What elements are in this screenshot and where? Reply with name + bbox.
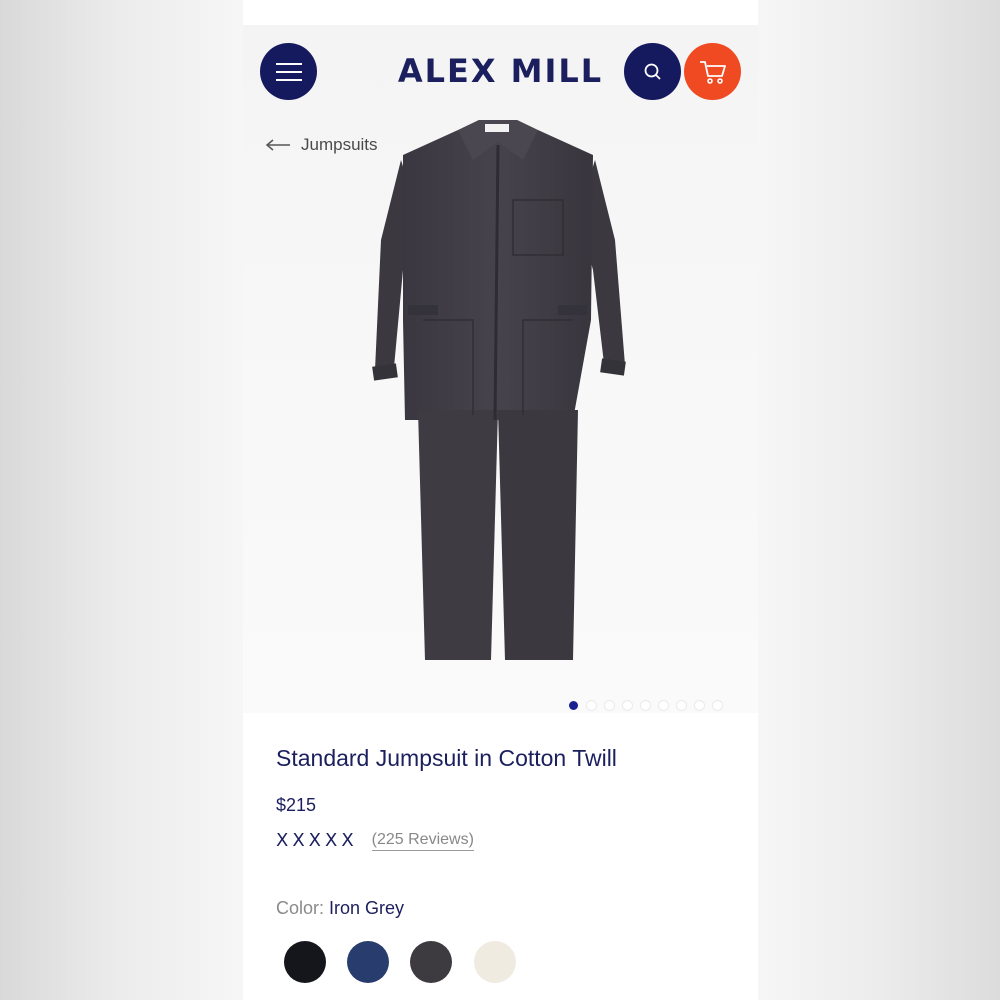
color-label: Color: <box>276 898 325 918</box>
carousel-dot[interactable] <box>605 701 614 710</box>
cart-icon <box>699 60 726 84</box>
product-image <box>372 120 626 660</box>
carousel-dot[interactable] <box>569 701 578 710</box>
swatch-natural[interactable] <box>474 941 516 983</box>
carousel-dot[interactable] <box>587 701 596 710</box>
carousel-dot[interactable] <box>641 701 650 710</box>
carousel-dot[interactable] <box>659 701 668 710</box>
search-icon <box>644 63 661 80</box>
back-to-category-link[interactable]: Jumpsuits <box>265 135 378 155</box>
site-header: ALEX MILL <box>243 0 758 120</box>
back-link-label: Jumpsuits <box>301 135 378 154</box>
carousel-dot[interactable] <box>623 701 632 710</box>
carousel-dot[interactable] <box>677 701 686 710</box>
product-title: Standard Jumpsuit in Cotton Twill <box>276 745 617 771</box>
rating-row: XXXXX (225 Reviews) <box>276 830 474 851</box>
reviews-link[interactable]: (225 Reviews) <box>371 831 474 851</box>
product-gallery[interactable] <box>243 25 758 713</box>
brand-logo[interactable]: ALEX MILL <box>393 52 608 90</box>
search-button[interactable] <box>624 43 681 100</box>
selected-color-name: Iron Grey <box>329 898 405 918</box>
product-price: $215 <box>276 795 317 815</box>
menu-button[interactable] <box>260 43 317 100</box>
carousel-dot[interactable] <box>695 701 704 710</box>
rating-marks: XXXXX <box>276 830 358 851</box>
carousel-dot[interactable] <box>713 701 722 710</box>
arrow-left-icon <box>265 139 290 151</box>
hamburger-menu-icon <box>275 62 302 81</box>
swatch-navy[interactable] <box>347 941 389 983</box>
color-selector-label: Color: Iron Grey <box>276 898 404 919</box>
carousel-dots <box>569 701 722 710</box>
cart-button[interactable] <box>684 43 741 100</box>
swatch-black[interactable] <box>284 941 326 983</box>
swatch-iron-grey[interactable] <box>410 941 452 983</box>
phone-screen: ALEX MILL Jumpsuits Standard Jumpsuit in… <box>243 0 758 1000</box>
